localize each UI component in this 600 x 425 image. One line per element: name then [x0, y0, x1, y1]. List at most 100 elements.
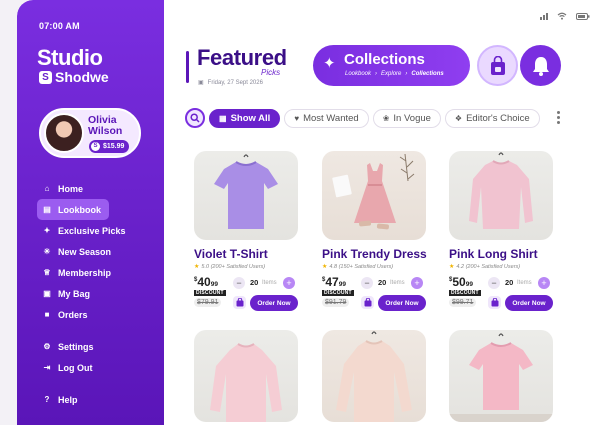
sidebar-item-exclusive-picks[interactable]: ✦ Exclusive Picks — [37, 220, 157, 241]
sidebar-item-home[interactable]: ⌂ Home — [37, 178, 157, 199]
sidebar-item-my-bag[interactable]: ▣ My Bag — [37, 283, 157, 304]
status-bar — [540, 12, 590, 20]
increase-qty-button[interactable]: + — [538, 277, 550, 289]
price-whole: 40 — [197, 275, 211, 289]
product-image[interactable] — [449, 151, 553, 240]
old-price: $99.71 — [449, 298, 477, 307]
product-rating: ★ 4.2 (200+ Satisfied Users) — [449, 263, 520, 271]
add-to-bag-button[interactable] — [488, 296, 501, 309]
collections-title: Collections — [344, 51, 425, 68]
sidebar-item-label: Help — [58, 394, 78, 405]
decrease-qty-button[interactable]: − — [233, 277, 245, 289]
qty-label: Items — [262, 280, 277, 286]
header-accent — [186, 51, 189, 83]
add-to-bag-button[interactable] — [233, 296, 246, 309]
filter-in-vogue[interactable]: ❀ In Vogue — [372, 108, 441, 128]
sidebar-item-label: Lookbook — [58, 204, 101, 215]
leaf-icon: ❀ — [382, 113, 390, 123]
notifications-button[interactable] — [520, 45, 561, 86]
shopping-bag-icon — [490, 55, 505, 75]
old-price: $79.91 — [194, 298, 222, 307]
sidebar-item-settings[interactable]: ⚙ Settings — [37, 336, 157, 357]
product-price: $4799 — [322, 275, 346, 289]
filter-label: Most Wanted — [303, 112, 359, 124]
avatar — [44, 113, 84, 153]
filter-label: In Vogue — [393, 112, 431, 124]
home-icon: ⌂ — [44, 183, 50, 193]
increase-qty-button[interactable]: + — [411, 277, 423, 289]
heart-icon: ♥ — [294, 113, 300, 123]
product-image[interactable] — [194, 330, 298, 422]
search-icon — [190, 113, 200, 123]
old-price: $91.79 — [322, 298, 350, 307]
book-icon: ▤ — [43, 204, 51, 214]
product-image[interactable] — [322, 151, 426, 240]
sidebar-item-label: Home — [58, 183, 84, 194]
product-price: $4099 — [194, 275, 218, 289]
sidebar-item-label: Log Out — [58, 362, 93, 373]
order-now-button[interactable]: Order Now — [505, 295, 553, 311]
brand-mark-icon: S — [39, 70, 52, 84]
sidebar-item-orders[interactable]: ■ Orders — [37, 304, 157, 325]
sidebar-nav: ⌂ Home ▤ Lookbook ✦ Exclusive Picks ✳ Ne… — [37, 178, 157, 410]
search-button[interactable] — [185, 108, 205, 128]
badge-icon: ❖ — [454, 113, 463, 123]
sidebar-item-log-out[interactable]: ⇥ Log Out — [37, 357, 157, 378]
star-icon: ★ — [449, 264, 455, 270]
profile-card[interactable]: Olivia Wilson S $15.99 — [39, 108, 141, 158]
page-title: Featured — [197, 45, 287, 70]
sidebar-item-membership[interactable]: ♕ Membership — [37, 262, 157, 283]
sidebar-item-label: My Bag — [58, 288, 91, 299]
date-text: Friday, 27 Sept 2026 — [207, 79, 263, 86]
qty-value: 20 — [378, 278, 387, 287]
filter-label: Show All — [230, 112, 271, 124]
breadcrumb-item[interactable]: Lookbook — [345, 71, 371, 77]
product-name[interactable]: Violet T-Shirt — [194, 247, 268, 261]
star-icon: ✳ — [43, 246, 51, 256]
product-card[interactable]: Pink Trendy Dress ★ 4.8 (150+ Satisfied … — [322, 151, 439, 321]
filter-label: Editor's Choice — [466, 112, 530, 124]
product-image[interactable] — [322, 330, 426, 422]
sidebar-item-help[interactable]: ? Help — [37, 389, 157, 410]
sidebar-item-lookbook[interactable]: ▤ Lookbook — [37, 199, 109, 220]
decrease-qty-button[interactable]: − — [488, 277, 500, 289]
decrease-qty-button[interactable]: − — [361, 277, 373, 289]
add-to-bag-button[interactable] — [361, 296, 374, 309]
filter-editors-choice[interactable]: ❖ Editor's Choice — [444, 108, 540, 128]
order-now-button[interactable]: Order Now — [250, 295, 298, 311]
sidebar-item-new-season[interactable]: ✳ New Season — [37, 241, 157, 262]
filter-most-wanted[interactable]: ♥ Most Wanted — [284, 108, 369, 128]
profile-name: Olivia Wilson — [88, 115, 122, 137]
filter-show-all[interactable]: ▦ Show All — [209, 108, 281, 128]
discount-badge: DISCOUNT — [194, 290, 226, 296]
bag-icon — [364, 298, 371, 307]
product-name[interactable]: Pink Trendy Dress — [322, 247, 427, 261]
date-line: ▣ Friday, 27 Sept 2026 — [198, 79, 263, 87]
increase-qty-button[interactable]: + — [283, 277, 295, 289]
tshirt-image — [214, 154, 278, 229]
breadcrumb-item[interactable]: Explore — [381, 71, 401, 77]
bag-icon — [491, 298, 498, 307]
long-shirt-image — [469, 152, 533, 229]
product-name[interactable]: Pink Long Shirt — [449, 247, 538, 261]
sweater-image — [336, 331, 412, 422]
product-image[interactable] — [194, 151, 298, 240]
box-icon: ■ — [44, 309, 50, 319]
help-icon: ? — [44, 394, 50, 404]
breadcrumb-item-current: Collections — [411, 71, 444, 77]
product-card[interactable]: Violet T-Shirt ★ 5.0 (200+ Satisfied Use… — [194, 151, 311, 321]
signal-icon — [540, 12, 548, 20]
gear-icon: ⚙ — [43, 341, 51, 351]
order-now-button[interactable]: Order Now — [378, 295, 426, 311]
breadcrumb: Lookbook › Explore › Collections — [345, 71, 444, 77]
sparkle-icon: ✦ — [43, 225, 51, 235]
sidebar-item-label: Settings — [58, 341, 94, 352]
collections-button[interactable]: ✦ Collections Lookbook › Explore › Colle… — [313, 45, 470, 86]
more-options-icon[interactable] — [557, 111, 560, 124]
qty-value: 20 — [250, 278, 259, 287]
product-card[interactable]: Pink Long Shirt ★ 4.2 (200+ Satisfied Us… — [449, 151, 566, 321]
qty-label: Items — [390, 280, 405, 286]
shopping-bag-button[interactable] — [477, 45, 518, 86]
product-image[interactable] — [449, 330, 553, 422]
price-cents: 99 — [465, 281, 473, 288]
